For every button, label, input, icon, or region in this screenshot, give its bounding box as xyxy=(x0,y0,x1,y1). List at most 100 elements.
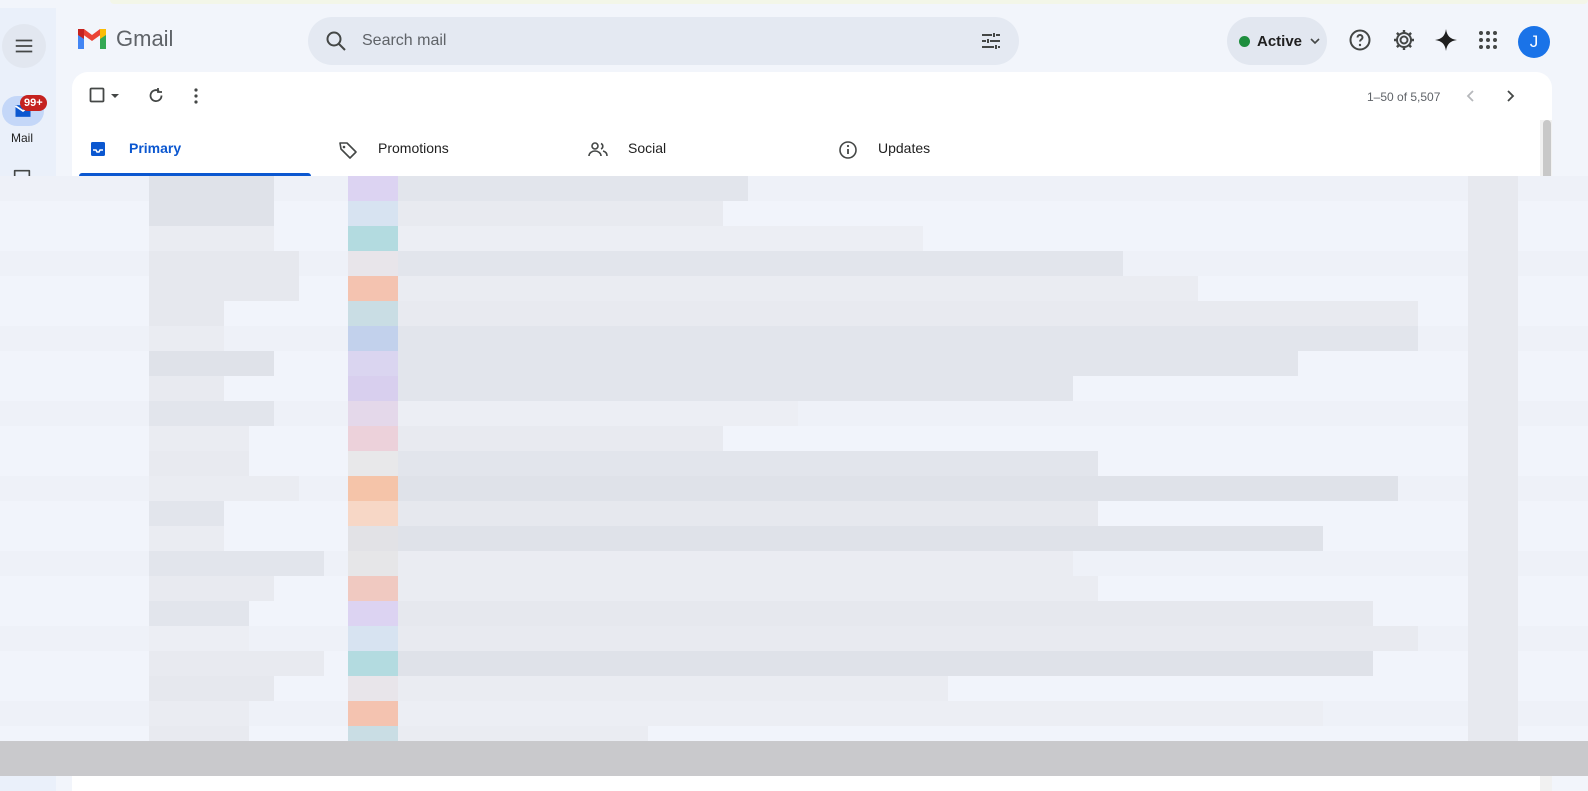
inbox-tab-icon xyxy=(91,142,105,156)
redacted-date xyxy=(1468,376,1518,401)
redacted-subject xyxy=(398,251,1123,276)
status-label: Active xyxy=(1257,32,1303,50)
redacted-date xyxy=(1468,326,1518,351)
redacted-subject xyxy=(398,576,1098,601)
redacted-sender xyxy=(149,401,274,426)
redacted-sender xyxy=(149,226,274,251)
search-input[interactable] xyxy=(362,17,962,65)
redacted-sender xyxy=(149,451,249,476)
redacted-date xyxy=(1468,526,1518,551)
redacted-sender xyxy=(149,551,324,576)
app-name: Gmail xyxy=(116,26,174,51)
redacted-label xyxy=(348,276,398,301)
tab-updates[interactable]: Updates xyxy=(828,124,1060,176)
redacted-sender xyxy=(149,501,224,526)
gmail-logo[interactable]: Gmail xyxy=(76,26,173,52)
redacted-label xyxy=(348,701,398,726)
redacted-sender xyxy=(149,176,274,201)
redacted-label xyxy=(348,401,398,426)
redacted-label xyxy=(348,626,398,651)
redacted-subject xyxy=(398,301,1418,326)
redacted-date xyxy=(1468,676,1518,701)
status-selector[interactable]: Active xyxy=(1227,17,1327,65)
redacted-label xyxy=(348,326,398,351)
redacted-label xyxy=(348,576,398,601)
tag-icon xyxy=(339,142,357,159)
people-icon xyxy=(588,142,608,157)
redacted-subject xyxy=(398,701,1323,726)
redacted-label xyxy=(348,676,398,701)
redacted-label xyxy=(348,301,398,326)
unread-badge: 99+ xyxy=(20,95,47,111)
list-toolbar: 1–50 of 5,507 xyxy=(72,72,1552,120)
redacted-date xyxy=(1468,501,1518,526)
gemini-icon[interactable] xyxy=(1434,28,1458,52)
select-all-checkbox[interactable] xyxy=(88,86,108,106)
redacted-sender xyxy=(149,276,299,301)
help-icon[interactable] xyxy=(1348,28,1372,52)
redacted-date xyxy=(1468,176,1518,201)
redacted-subject xyxy=(398,176,748,201)
redacted-date xyxy=(1468,226,1518,251)
redacted-sender xyxy=(149,301,224,326)
redacted-subject xyxy=(398,501,1098,526)
redacted-sender xyxy=(149,651,324,676)
tab-primary-label: Primary xyxy=(129,140,182,156)
redacted-sender xyxy=(149,476,299,501)
tab-social[interactable]: Social xyxy=(578,124,810,176)
scrollbar-thumb[interactable] xyxy=(1543,120,1551,180)
redacted-subject xyxy=(398,551,1073,576)
redacted-subject xyxy=(398,201,723,226)
tab-updates-label: Updates xyxy=(878,140,931,156)
redacted-label xyxy=(348,476,398,501)
redacted-subject xyxy=(398,451,1098,476)
redacted-date xyxy=(1468,701,1518,726)
redacted-date xyxy=(1468,401,1518,426)
redacted-sender xyxy=(149,201,274,226)
redacted-sender xyxy=(149,576,274,601)
redacted-sender xyxy=(149,351,274,376)
tab-primary[interactable]: Primary xyxy=(79,124,311,176)
avatar[interactable]: J xyxy=(1518,26,1550,58)
redacted-subject xyxy=(398,526,1323,551)
redacted-subject xyxy=(398,601,1373,626)
hamburger-menu-icon xyxy=(15,39,33,53)
settings-icon[interactable] xyxy=(1392,28,1416,52)
redacted-footer xyxy=(0,741,1588,776)
select-dropdown-icon[interactable] xyxy=(110,92,120,100)
main-menu-button[interactable] xyxy=(2,24,46,68)
redacted-label xyxy=(348,251,398,276)
refresh-icon[interactable] xyxy=(146,86,166,106)
prev-page-icon[interactable] xyxy=(1461,86,1481,106)
next-page-icon[interactable] xyxy=(1500,86,1520,106)
redacted-subject xyxy=(398,351,1298,376)
redacted-label xyxy=(348,201,398,226)
redacted-date xyxy=(1468,576,1518,601)
redacted-label xyxy=(348,501,398,526)
redacted-label xyxy=(348,176,398,201)
redacted-subject xyxy=(398,651,1373,676)
category-tabs: Primary Promotions Social Updates xyxy=(72,124,1552,176)
redacted-subject xyxy=(398,226,923,251)
search-icon[interactable] xyxy=(324,29,348,53)
tune-icon[interactable] xyxy=(979,29,1003,53)
info-icon xyxy=(839,141,857,159)
redacted-subject xyxy=(398,276,1198,301)
redacted-label xyxy=(348,651,398,676)
redacted-date xyxy=(1468,201,1518,226)
redacted-date xyxy=(1468,476,1518,501)
redacted-date xyxy=(1468,301,1518,326)
tab-promotions[interactable]: Promotions xyxy=(328,124,560,176)
redacted-subject xyxy=(398,676,948,701)
redacted-sender xyxy=(149,251,299,276)
more-vert-icon[interactable] xyxy=(186,86,206,106)
browser-top-strip xyxy=(0,0,1588,8)
apps-grid-icon[interactable] xyxy=(1476,28,1500,52)
status-dot xyxy=(1239,35,1250,47)
redacted-label xyxy=(348,376,398,401)
redacted-label xyxy=(348,451,398,476)
redacted-date xyxy=(1468,651,1518,676)
redacted-subject xyxy=(398,326,1418,351)
redacted-label xyxy=(348,601,398,626)
mail-nav-label: Mail xyxy=(10,131,33,145)
